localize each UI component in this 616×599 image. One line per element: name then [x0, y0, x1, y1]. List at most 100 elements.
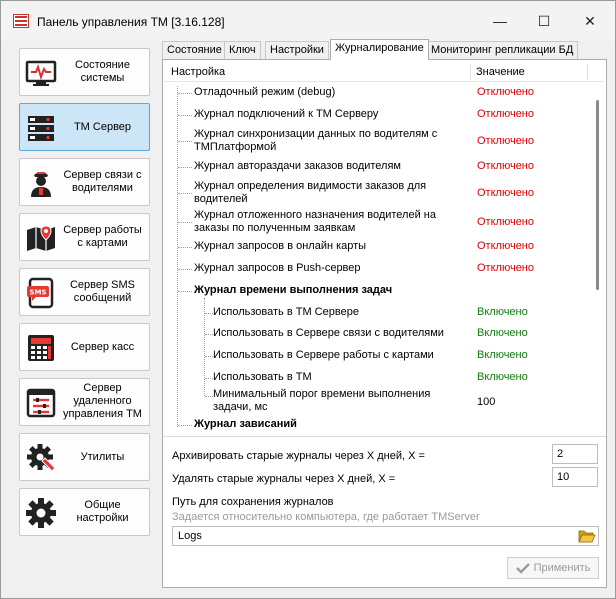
setting-value[interactable]: Включено [477, 327, 528, 340]
nav-tm-server[interactable]: ТМ Сервер [19, 103, 150, 151]
table-row[interactable]: Отладочный режим (debug) Отключено [164, 86, 590, 106]
table-row[interactable]: Минимальный порог времени выполнения зад… [164, 388, 590, 416]
table-row[interactable]: Журнал синхронизации данных по водителям… [164, 128, 590, 156]
nav-system-status[interactable]: Состояние системы [19, 48, 150, 96]
tree-line [178, 115, 192, 116]
tree-line [178, 222, 192, 223]
maximize-icon: ☐ [537, 12, 551, 29]
column-divider [587, 64, 588, 80]
setting-value[interactable]: Отключено [477, 108, 534, 121]
app-icon [13, 14, 29, 28]
table-row[interactable]: Журнал запросов в онлайн карты Отключено [164, 240, 590, 260]
setting-value[interactable]: Включено [477, 306, 528, 319]
title-bar: Панель управления ТМ [3.16.128] — ☐ ✕ [1, 1, 615, 41]
group-name: Журнал зависаний [194, 418, 297, 430]
table-row[interactable]: Журнал подключений к ТМ Серверу Отключен… [164, 108, 590, 128]
setting-value[interactable]: Отключено [477, 262, 534, 275]
setting-value[interactable]: Отключено [477, 135, 534, 148]
minimize-icon: — [493, 13, 507, 29]
server-icon [28, 116, 54, 141]
splitter[interactable] [163, 436, 606, 437]
tab-status[interactable]: Состояние [162, 41, 227, 60]
table-row[interactable]: Журнал отложенного назначения водителей … [164, 209, 590, 237]
cash-register-icon [28, 335, 54, 361]
tab-logging[interactable]: Журналирование [330, 39, 429, 60]
column-divider [470, 64, 471, 80]
tree-line [178, 269, 192, 270]
minimize-button[interactable]: — [477, 1, 523, 41]
nav-label: Сервер касс [70, 341, 135, 353]
nav-general-settings[interactable]: Общие настройки [19, 488, 150, 536]
setting-name: Журнал запросов в онлайн карты [194, 240, 367, 252]
tree-line [205, 334, 213, 335]
setting-value[interactable]: 100 [477, 396, 495, 409]
tree-line [178, 93, 192, 94]
svg-text:SMS: SMS [29, 289, 46, 297]
maximize-button[interactable]: ☐ [521, 1, 567, 41]
table-row[interactable]: Журнал определения видимости заказов для… [164, 180, 590, 208]
nav-sms-server[interactable]: SMS Сервер SMS сообщений [19, 268, 150, 316]
setting-value[interactable]: Отключено [477, 187, 534, 200]
system-status-icon [25, 60, 57, 86]
apply-button[interactable]: Применить [507, 557, 599, 579]
tree-line [205, 313, 213, 314]
log-path-hint: Задается относительно компьютера, где ра… [172, 511, 480, 523]
table-row[interactable]: Использовать в ТМ Сервере Включено [164, 306, 590, 326]
nav-driver-server[interactable]: Сервер связи с водителями [19, 158, 150, 206]
column-header-setting[interactable]: Настройка [171, 66, 225, 78]
setting-name: Использовать в ТМ Сервере [213, 306, 359, 318]
setting-value[interactable]: Отключено [477, 86, 534, 99]
setting-value[interactable]: Включено [477, 349, 528, 362]
scrollbar-thumb[interactable] [596, 100, 599, 290]
tab-key[interactable]: Ключ [224, 41, 261, 60]
setting-value[interactable]: Отключено [477, 240, 534, 253]
table-row[interactable]: Журнал запросов в Push-сервер Отключено [164, 262, 590, 282]
table-row-group[interactable]: Журнал зависаний [164, 418, 590, 434]
apply-label: Применить [533, 562, 591, 574]
archive-days-input[interactable] [552, 444, 598, 464]
settings-gear-icon [26, 498, 56, 528]
tree-line [178, 425, 192, 426]
delete-days-input[interactable] [552, 467, 598, 487]
utilities-icon [27, 444, 56, 472]
nav-label: Сервер связи с водителями [63, 169, 142, 194]
setting-name: Журнал отложенного назначения водителей … [194, 209, 436, 234]
setting-value[interactable]: Отключено [477, 216, 534, 229]
setting-name: Журнал подключений к ТМ Серверу [194, 108, 379, 120]
settings-tree-grid: Настройка Значение Отладочный режим (deb… [164, 62, 604, 434]
setting-value[interactable]: Отключено [477, 160, 534, 173]
setting-name: Использовать в Сервере работы с картами [213, 349, 434, 361]
log-path-field[interactable]: Logs [172, 526, 599, 546]
setting-value[interactable]: Включено [477, 371, 528, 384]
setting-name: Отладочный режим (debug) [194, 86, 336, 98]
window-title: Панель управления ТМ [3.16.128] [37, 15, 225, 29]
column-header-value[interactable]: Значение [476, 66, 525, 78]
table-row[interactable]: Журнал автораздачи заказов водителям Отк… [164, 160, 590, 180]
nav-label: ТМ Сервер [73, 121, 132, 133]
nav-map-server[interactable]: Сервер работы с картами [19, 213, 150, 261]
remote-control-icon [26, 388, 56, 418]
nav-remote-control-server[interactable]: Сервер удаленного управления ТМ [19, 378, 150, 426]
table-row[interactable]: Использовать в Сервере связи с водителям… [164, 327, 590, 347]
nav-label: Сервер работы с картами [63, 224, 142, 249]
nav-cash-server[interactable]: Сервер касс [19, 323, 150, 371]
nav-label: Утилиты [80, 451, 125, 463]
tree-line [178, 193, 192, 194]
grid-header: Настройка Значение [164, 62, 604, 82]
archive-days-label: Архивировать старые журналы через X дней… [172, 450, 425, 462]
close-button[interactable]: ✕ [567, 1, 613, 41]
tree-line [178, 291, 192, 292]
tab-settings[interactable]: Настройки [265, 41, 329, 60]
tab-db-replication[interactable]: Мониторинг репликации БД [426, 41, 579, 60]
folder-open-icon[interactable] [578, 528, 596, 544]
sms-icon: SMS [27, 277, 54, 309]
tree-line [178, 247, 192, 248]
log-path-value[interactable]: Logs [178, 530, 202, 542]
checkmark-icon [515, 563, 530, 574]
log-path-label: Путь для сохранения журналов [172, 496, 334, 508]
nav-label: Общие настройки [76, 499, 129, 524]
nav-utilities[interactable]: Утилиты [19, 433, 150, 481]
table-row-group[interactable]: Журнал времени выполнения задач [164, 284, 590, 304]
nav-label: Сервер удаленного управления ТМ [63, 382, 142, 420]
table-row[interactable]: Использовать в Сервере работы с картами … [164, 349, 590, 369]
